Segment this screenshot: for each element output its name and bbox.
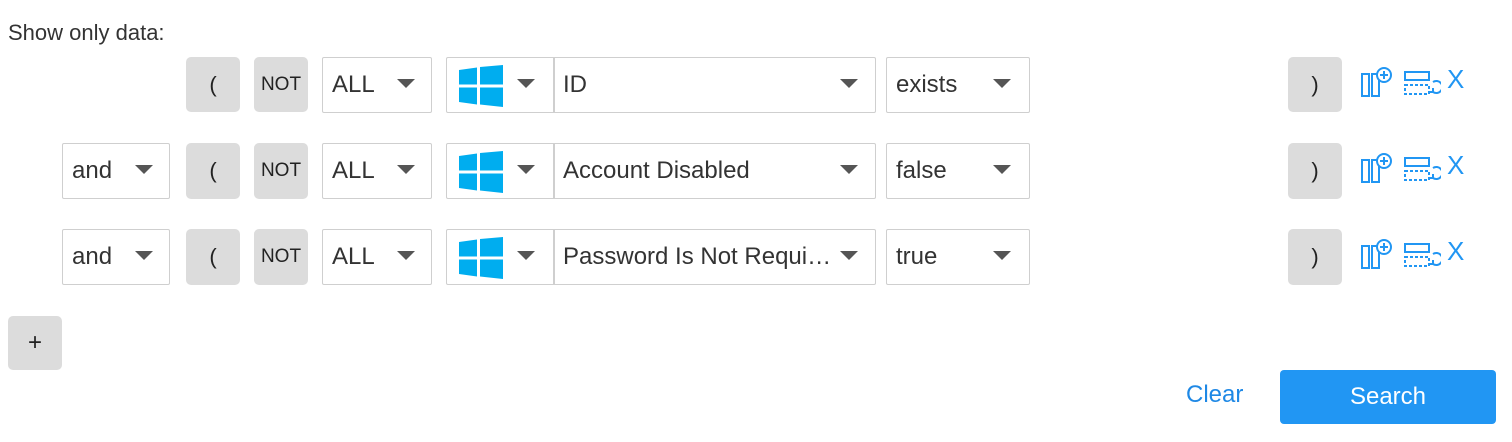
field-select[interactable]: Account Disabled: [554, 144, 874, 197]
quantifier-value: ALL: [332, 157, 375, 184]
operator-select[interactable]: false: [886, 143, 1030, 199]
field-combo: Password Is Not Requi…: [446, 229, 876, 285]
not-button[interactable]: NOT: [254, 143, 308, 199]
toggle-row-icon[interactable]: [1403, 242, 1441, 270]
windows-logo-icon: [459, 65, 503, 107]
add-column-icon[interactable]: [1360, 66, 1394, 98]
connector-select[interactable]: and: [62, 229, 170, 285]
quantifier-select[interactable]: ALL: [322, 143, 432, 199]
chevron-down-icon: [993, 251, 1011, 260]
quantifier-value: ALL: [332, 71, 375, 98]
field-value: ID: [563, 70, 587, 98]
chevron-down-icon: [135, 251, 153, 260]
quantifier-select[interactable]: ALL: [322, 229, 432, 285]
connector-value: and: [72, 157, 113, 184]
connector-value: and: [72, 243, 113, 270]
close-icon[interactable]: X: [1447, 64, 1464, 95]
chevron-down-icon: [397, 79, 415, 88]
toggle-row-icon[interactable]: [1403, 70, 1441, 98]
close-paren-button[interactable]: ): [1288, 229, 1342, 285]
filter-title: Show only data:: [8, 20, 165, 45]
chevron-down-icon: [840, 251, 858, 260]
chevron-down-icon: [397, 251, 415, 260]
source-select[interactable]: [447, 144, 553, 197]
operator-select[interactable]: true: [886, 229, 1030, 285]
operator-value: exists: [896, 71, 958, 98]
chevron-down-icon: [517, 165, 535, 174]
field-combo: ID: [446, 57, 876, 113]
open-paren-button[interactable]: (: [186, 143, 240, 199]
source-select[interactable]: [447, 230, 553, 283]
add-column-icon[interactable]: [1360, 238, 1394, 270]
chevron-down-icon: [840, 79, 858, 88]
chevron-down-icon: [135, 165, 153, 174]
chevron-down-icon: [517, 251, 535, 260]
close-icon[interactable]: X: [1447, 236, 1464, 267]
clear-button[interactable]: Clear: [1186, 381, 1243, 409]
operator-value: false: [896, 157, 947, 184]
chevron-down-icon: [840, 165, 858, 174]
field-select[interactable]: Password Is Not Requi…: [554, 230, 874, 283]
operator-value: true: [896, 243, 938, 270]
source-select[interactable]: [447, 58, 553, 111]
close-paren-button[interactable]: ): [1288, 57, 1342, 112]
field-select[interactable]: ID: [554, 58, 874, 111]
field-value: Account Disabled: [563, 156, 750, 184]
open-paren-button[interactable]: (: [186, 229, 240, 285]
close-icon[interactable]: X: [1447, 150, 1464, 181]
quantifier-select[interactable]: ALL: [322, 57, 432, 113]
quantifier-value: ALL: [332, 243, 375, 270]
connector-select[interactable]: and: [62, 143, 170, 199]
chevron-down-icon: [993, 165, 1011, 174]
field-combo: Account Disabled: [446, 143, 876, 199]
operator-select[interactable]: exists: [886, 57, 1030, 113]
chevron-down-icon: [517, 79, 535, 88]
not-button[interactable]: NOT: [254, 57, 308, 112]
chevron-down-icon: [397, 165, 415, 174]
open-paren-button[interactable]: (: [186, 57, 240, 112]
chevron-down-icon: [993, 79, 1011, 88]
windows-logo-icon: [459, 151, 503, 193]
toggle-row-icon[interactable]: [1403, 156, 1441, 184]
close-paren-button[interactable]: ): [1288, 143, 1342, 199]
add-column-icon[interactable]: [1360, 152, 1394, 184]
windows-logo-icon: [459, 237, 503, 279]
not-button[interactable]: NOT: [254, 229, 308, 285]
search-button[interactable]: Search: [1280, 370, 1496, 424]
add-row-button[interactable]: +: [8, 316, 62, 370]
field-value: Password Is Not Requi…: [563, 242, 832, 270]
